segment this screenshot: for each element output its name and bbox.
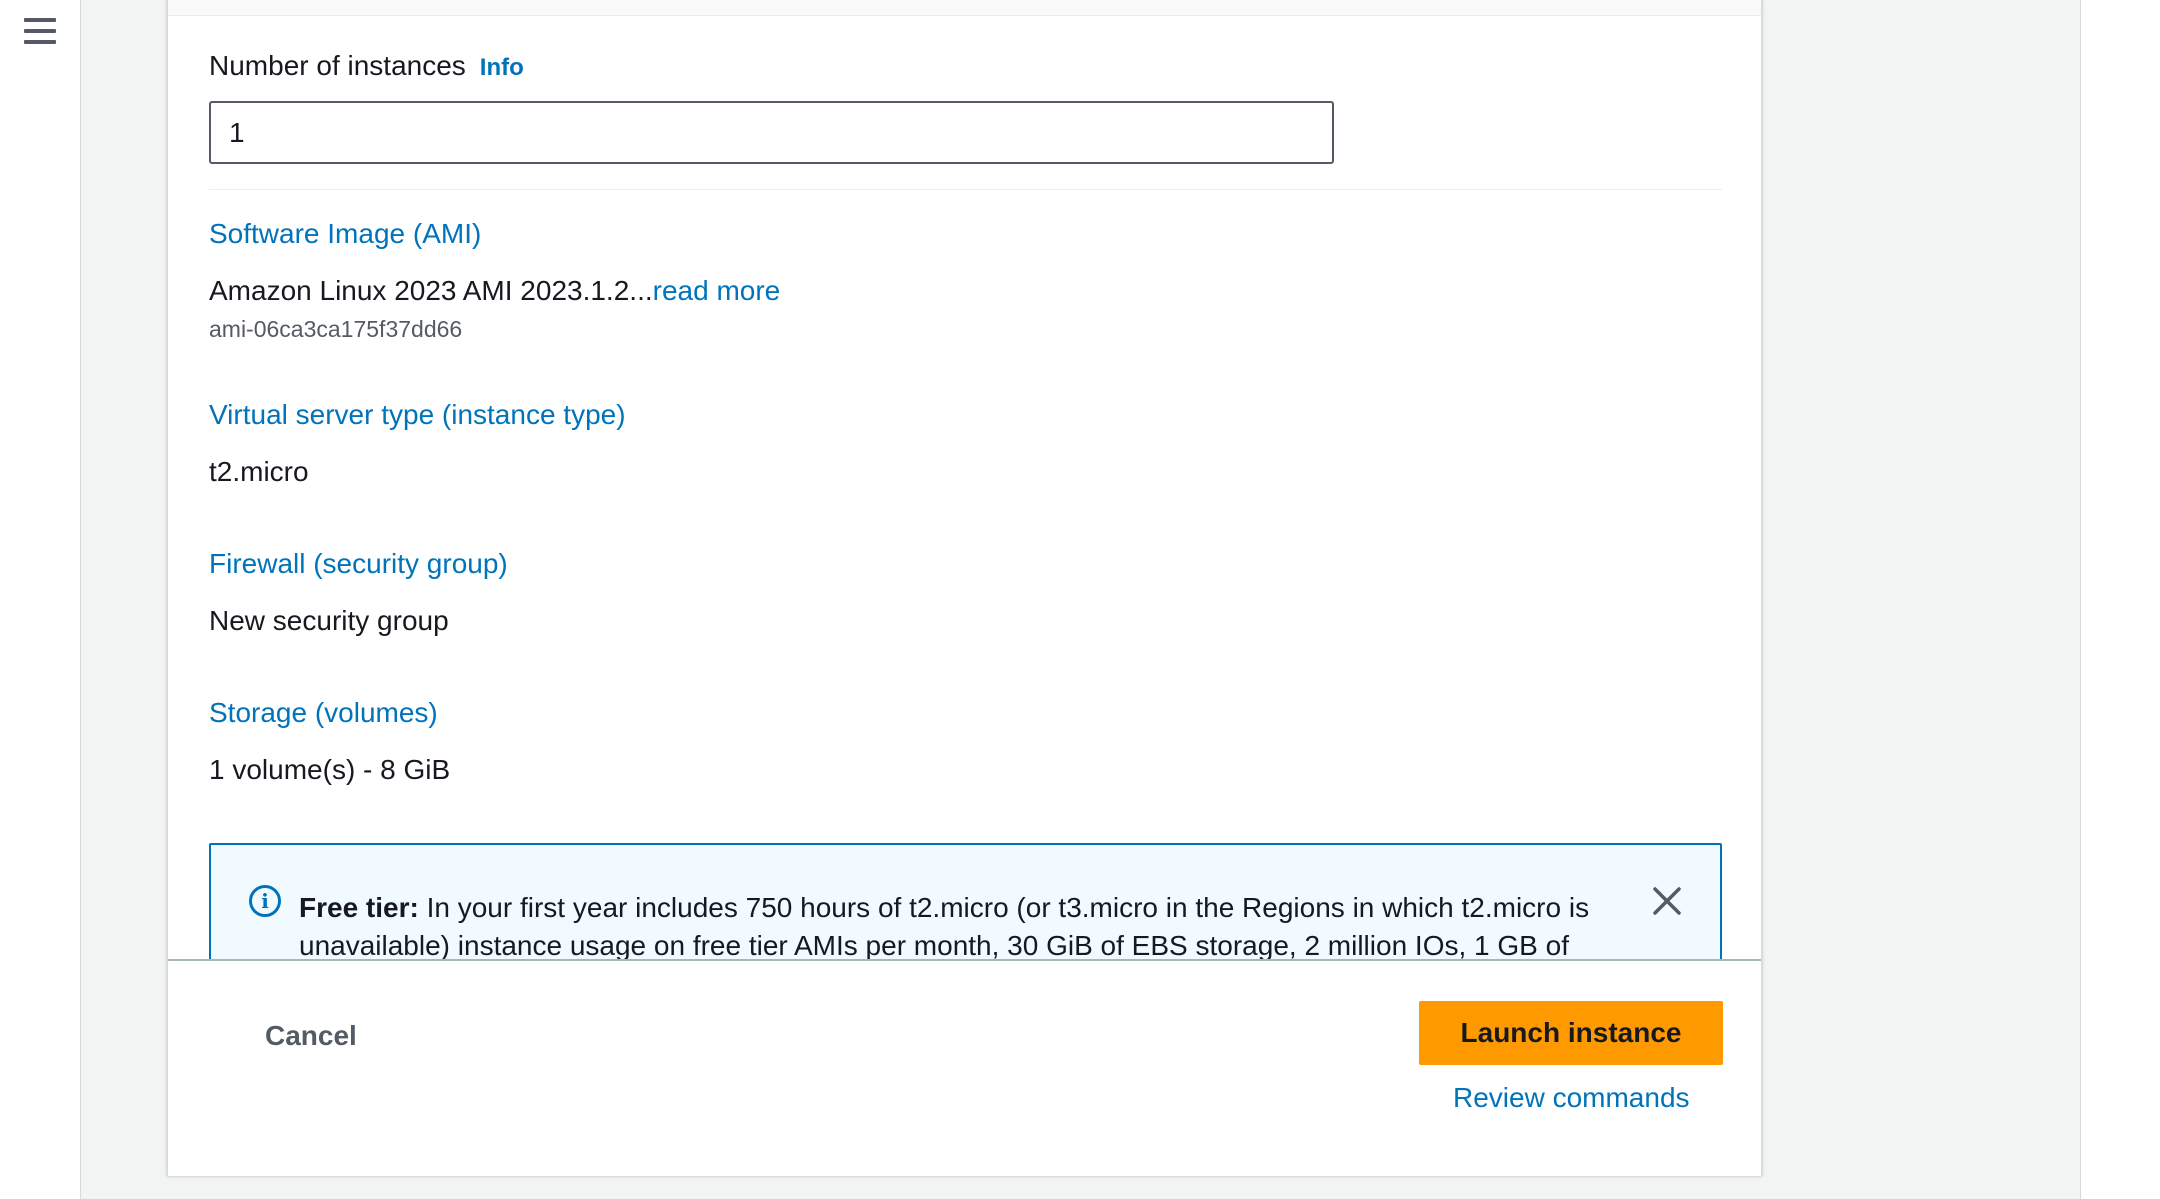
hamburger-line [24,40,56,44]
summary-panel: Number of instances Info Software Image … [167,0,1762,1176]
close-icon[interactable] [1647,881,1687,921]
cancel-button[interactable]: Cancel [253,1013,369,1058]
ami-read-more-link[interactable]: read more [653,275,781,306]
info-circle-icon: i [249,885,281,917]
left-navigation-rail [0,0,81,1199]
summary-scroll-area[interactable]: Number of instances Info Software Image … [168,16,1761,959]
free-tier-label: Free tier: [299,892,419,923]
launch-instance-button[interactable]: Launch instance [1419,1001,1723,1065]
review-commands-link[interactable]: Review commands [1453,1082,1690,1114]
free-tier-text: In your first year includes 750 hours of… [299,892,1590,959]
instance-type-section-link[interactable]: Virtual server type (instance type) [209,399,626,431]
instances-label-row: Number of instances Info [209,50,524,82]
free-tier-message: Free tier: In your first year includes 7… [299,889,1634,959]
ami-id: ami-06ca3ca175f37dd66 [209,316,463,342]
hamburger-line [24,29,56,33]
ami-section-link[interactable]: Software Image (AMI) [209,218,481,250]
hamburger-line [24,18,56,22]
hamburger-menu-icon[interactable] [24,18,56,44]
number-of-instances-input[interactable] [209,101,1334,164]
panel-footer: Cancel Launch instance Review commands [168,959,1761,1176]
ami-name: Amazon Linux 2023 AMI 2023.1.2... [209,275,653,306]
section-divider [209,189,1722,190]
ami-value: Amazon Linux 2023 AMI 2023.1.2...read mo… [209,275,780,307]
firewall-value: New security group [209,605,449,636]
panel-header-strip [168,0,1761,16]
instance-type-value: t2.micro [209,456,309,487]
storage-section-link[interactable]: Storage (volumes) [209,697,438,729]
instances-label: Number of instances [209,50,466,81]
firewall-section-link[interactable]: Firewall (security group) [209,548,508,580]
free-tier-alert: i Free tier: In your first year includes… [209,843,1722,959]
storage-value: 1 volume(s) - 8 GiB [209,754,451,785]
right-side-rail [2080,0,2160,1199]
instances-info-link[interactable]: Info [480,54,524,82]
